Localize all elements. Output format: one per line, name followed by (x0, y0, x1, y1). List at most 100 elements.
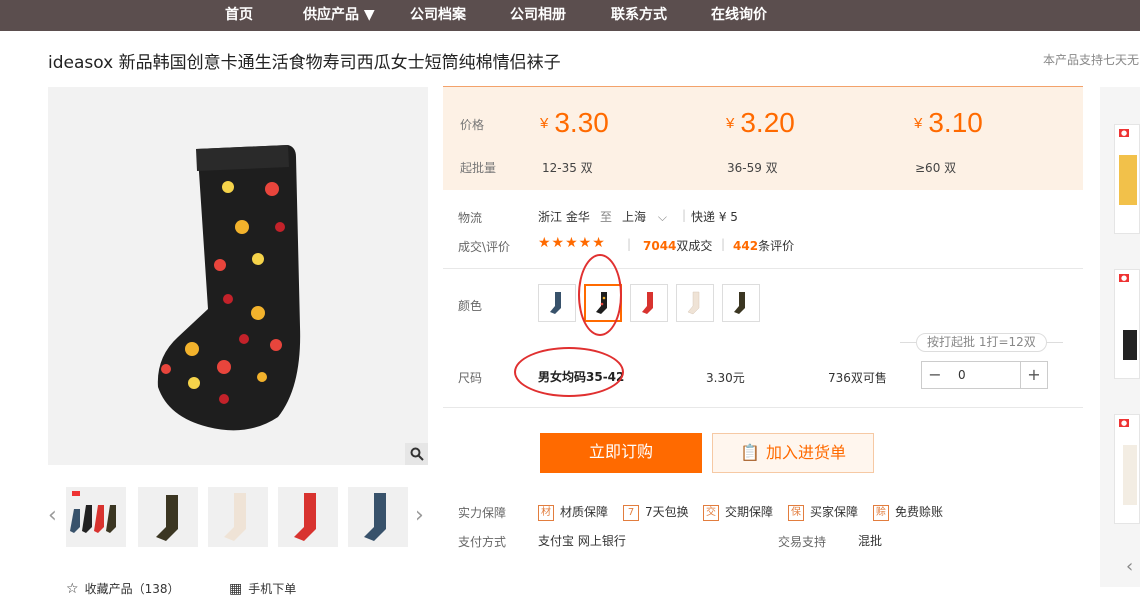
divider-line (443, 268, 1083, 269)
buyer-protection-icon: 保 (788, 504, 804, 521)
annotation-circle-color (578, 254, 622, 336)
range-tier-3: ≥60 双 (915, 161, 957, 175)
express-fee: 快递 ¥ 5 (691, 210, 738, 224)
color-label: 颜色 (458, 299, 483, 313)
payment-label: 支付方式 (458, 535, 507, 549)
favorite-link[interactable]: ☆ 收藏产品（138） (66, 580, 179, 597)
guarantee-7day[interactable]: 7 7天包换 (623, 503, 689, 521)
rail-prev-arrow-icon[interactable]: ‹ (1126, 556, 1133, 577)
sock-red-icon (642, 292, 653, 314)
nav-company-profile[interactable]: 公司档案 (410, 0, 466, 31)
thumbnail-red[interactable] (278, 487, 338, 547)
mobile-order-label: 手机下单 (248, 582, 297, 596)
divider: | (721, 237, 726, 251)
nav-home[interactable]: 首页 (225, 0, 253, 31)
guarantee-material[interactable]: 材材质保障 (538, 503, 608, 521)
favorite-label: 收藏产品（138） (84, 582, 180, 596)
support-note: 本产品支持七天无 (1043, 53, 1140, 67)
product-main-image[interactable] (48, 87, 428, 465)
thumbnail-olive[interactable] (138, 487, 198, 547)
sock-olive-image (156, 495, 178, 541)
price-tier-1: ¥3.30 (540, 107, 609, 138)
quantity-minus-button[interactable]: − (921, 361, 949, 389)
color-swatch-navy[interactable] (538, 284, 576, 322)
sock-thumb-image (1123, 445, 1137, 505)
zoom-button[interactable] (405, 443, 428, 465)
annotation-circle-size (514, 347, 624, 397)
color-swatch-beige[interactable] (676, 284, 714, 322)
star-outline-icon: ☆ (66, 581, 79, 597)
divider-line (443, 407, 1083, 408)
nav-contact[interactable]: 联系方式 (611, 0, 667, 31)
sock-thumb-image (1119, 155, 1137, 205)
guarantee-buyer[interactable]: 保买家保障 (788, 503, 858, 521)
badge-icon: ● (1119, 129, 1130, 137)
thumbnail-navy[interactable] (348, 487, 408, 547)
top-nav: 首页 供应产品 ▼ 公司档案 公司相册 联系方式 在线询价 (0, 0, 1140, 31)
divider: | (682, 208, 687, 222)
logistics-destination-select[interactable]: 上海 ⌵ (622, 208, 667, 225)
nav-products[interactable]: 供应产品 ▼ (303, 0, 375, 31)
badge-icon: ● (1119, 274, 1130, 282)
size-stock: 736双可售 (828, 371, 887, 385)
size-label: 尺码 (458, 371, 483, 385)
chevron-down-icon: ⌵ (657, 210, 667, 224)
sock-navy-icon (550, 292, 561, 314)
range-tier-1: 12-35 双 (542, 161, 593, 175)
guarantee-label: 实力保障 (458, 506, 507, 520)
product-title: ideasox 新品韩国创意卡通生活食物寿司西瓜女士短筒纯棉情侣袜子 (48, 53, 561, 73)
sock-thumb-image (1123, 330, 1137, 360)
magnifier-icon (410, 447, 424, 461)
color-swatch-olive[interactable] (722, 284, 760, 322)
sock-beige-image (224, 493, 246, 541)
delivery-guarantee-icon: 交 (703, 504, 719, 521)
sock-image (157, 145, 301, 431)
trade-support-label: 交易支持 (778, 535, 827, 549)
payment-methods: 支付宝 网上银行 (538, 534, 626, 548)
sock-navy-image (364, 493, 386, 541)
divider: | (627, 237, 632, 251)
thumb-next-arrow-icon[interactable]: › (415, 505, 424, 527)
logistics-label: 物流 (458, 211, 483, 225)
badge-icon: ● (1119, 419, 1130, 427)
sock-beige-icon (687, 291, 700, 315)
guarantee-delivery[interactable]: 交交期保障 (703, 503, 773, 521)
color-swatch-red[interactable] (630, 284, 668, 322)
related-product-card[interactable]: ● (1114, 414, 1140, 524)
thumb-prev-arrow-icon[interactable]: ‹ (48, 505, 57, 527)
free-credit-icon: 赊 (873, 504, 889, 521)
trade-support-value: 混批 (858, 534, 883, 548)
add-to-cart-label: 加入进货单 (765, 443, 846, 462)
deals-count[interactable]: 7044双成交 (643, 237, 712, 254)
add-to-cart-button[interactable]: 📋 加入进货单 (712, 433, 874, 473)
guarantee-credit[interactable]: 赊免费赊账 (873, 503, 943, 521)
related-product-card[interactable]: ● (1114, 269, 1140, 379)
batch-note-badge: 按打起批 1打=12双 (916, 333, 1047, 352)
logistics-from: 浙江 金华 (538, 210, 590, 224)
thumbnail-all-colors[interactable] (66, 487, 126, 547)
quantity-plus-button[interactable]: + (1020, 361, 1048, 389)
logistics-to-word: 至 (600, 210, 613, 224)
related-product-card[interactable]: ● (1114, 124, 1140, 234)
nav-company-album[interactable]: 公司相册 (510, 0, 566, 31)
quantity-input[interactable] (948, 361, 1020, 389)
material-guarantee-icon: 材 (538, 504, 554, 521)
sock-red-image (294, 493, 316, 541)
sock-olive-icon (734, 292, 745, 314)
clipboard-icon: 📋 (740, 443, 760, 462)
price-tier-3: ¥3.10 (914, 107, 983, 138)
mobile-order-link[interactable]: ▦ 手机下单 (229, 580, 296, 597)
price-tier-2: ¥3.20 (726, 107, 795, 138)
price-panel: 价格 起批量 ¥3.30 12-35 双 ¥3.20 36-59 双 ¥3.10… (443, 86, 1083, 190)
seven-day-exchange-icon: 7 (623, 504, 639, 521)
socks-set-image (70, 491, 116, 533)
qr-code-icon: ▦ (229, 581, 243, 597)
buy-now-button[interactable]: 立即订购 (540, 433, 702, 473)
batch-label: 起批量 (460, 161, 497, 175)
price-label: 价格 (460, 118, 485, 132)
reviews-count[interactable]: 442条评价 (733, 237, 794, 254)
deals-label: 成交\评价 (458, 240, 511, 254)
range-tier-2: 36-59 双 (727, 161, 778, 175)
thumbnail-beige[interactable] (208, 487, 268, 547)
nav-inquiry[interactable]: 在线询价 (711, 0, 767, 31)
